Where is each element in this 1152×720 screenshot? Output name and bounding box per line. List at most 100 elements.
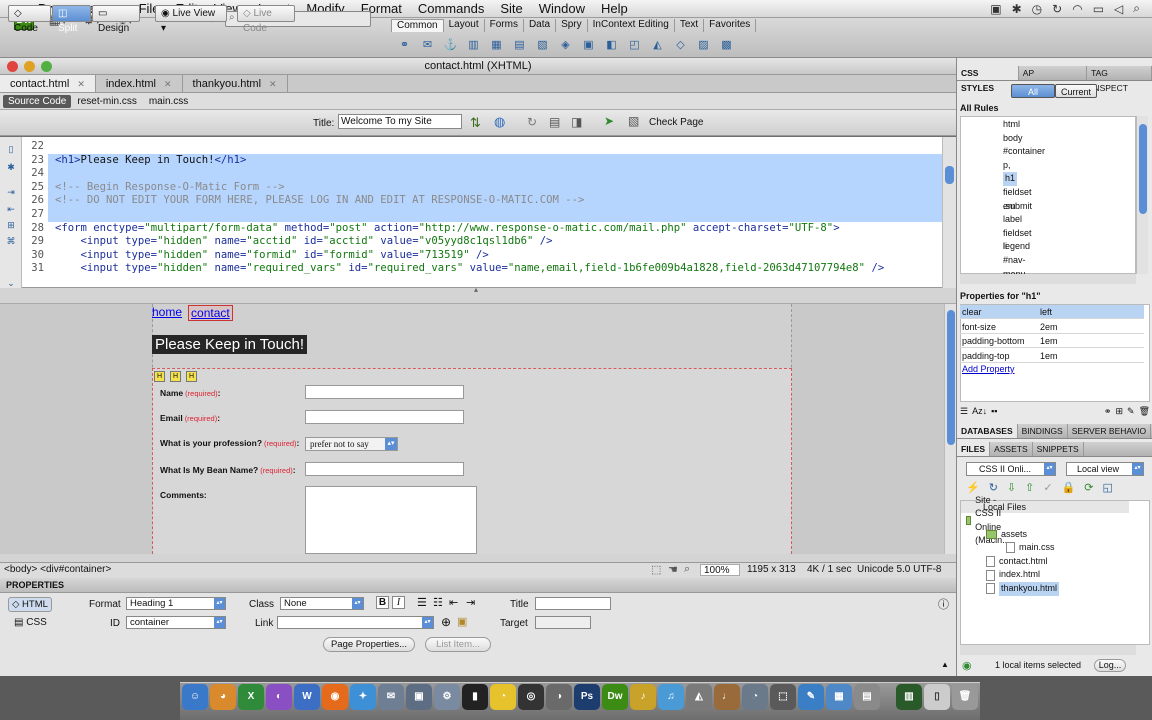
battery-icon[interactable]: ▭ <box>1093 2 1104 16</box>
css-mode-button[interactable]: ▤ CSS <box>14 617 47 628</box>
tag-chooser-icon[interactable]: ▩ <box>718 38 735 53</box>
tab-text[interactable]: Text <box>675 19 705 32</box>
mail-icon[interactable]: ✉ <box>378 684 404 710</box>
code-line[interactable]: 24 <box>24 167 942 181</box>
related-main-css[interactable]: main.css <box>143 96 194 107</box>
put-files-icon[interactable]: ⇧ <box>1025 481 1034 494</box>
photoshop-icon[interactable]: Ps <box>574 684 600 710</box>
firefox-icon[interactable]: ◉ <box>322 684 348 710</box>
css-rule-item[interactable]: fieldset em <box>1003 186 1032 211</box>
properties-header[interactable]: PROPERTIES <box>0 578 956 593</box>
tab-forms[interactable]: Forms <box>485 19 524 32</box>
related-source-code[interactable]: Source Code <box>3 94 72 108</box>
tab-spry[interactable]: Spry <box>556 19 588 32</box>
zoom-tool-icon[interactable]: ⌕ <box>684 563 690 576</box>
browse-folder-icon[interactable]: ▣ <box>457 615 467 628</box>
check-out-icon[interactable]: ✓ <box>1043 481 1052 494</box>
css-rule-item[interactable]: #container <box>1003 145 1045 159</box>
sync-icon[interactable]: ↻ <box>1052 2 1062 16</box>
trash-icon[interactable]: 🗑 <box>952 684 978 710</box>
tab-thankyou-html[interactable]: thankyou.html ✕ <box>183 75 288 92</box>
table-icon[interactable]: ▦ <box>488 38 505 53</box>
tag-selector[interactable]: <body> <div#container> <box>4 564 111 575</box>
css-rule-item[interactable]: h1 <box>1003 172 1018 186</box>
named-anchor-icon[interactable]: ⚓ <box>442 38 459 53</box>
script-icon[interactable]: ◇ <box>672 38 689 53</box>
minimize-window-icon[interactable] <box>24 61 35 72</box>
id-select[interactable]: container ▴▾ <box>126 616 226 629</box>
code-line[interactable]: 22 <box>24 140 942 154</box>
hidden-field-icon[interactable]: H <box>154 371 165 382</box>
nav-link-contact[interactable]: contact <box>188 305 233 321</box>
utility-icon[interactable]: ◑ <box>546 684 572 710</box>
view-select[interactable]: Local view ▴▾ <box>1066 462 1144 476</box>
tab-common[interactable]: Common <box>391 19 444 32</box>
time-machine-icon[interactable]: ◷ <box>1032 2 1042 16</box>
get-files-icon[interactable]: ⇩ <box>1007 481 1016 494</box>
zoom-window-icon[interactable] <box>41 61 52 72</box>
terminal-icon[interactable]: ▮ <box>462 684 488 710</box>
close-icon[interactable]: ✕ <box>77 75 85 92</box>
email-link-icon[interactable]: ✉ <box>419 38 436 53</box>
comments-textarea[interactable] <box>305 486 477 554</box>
log-button[interactable]: Log... <box>1094 659 1126 672</box>
excel-icon[interactable]: X <box>238 684 264 710</box>
set-props-view-icon[interactable]: ▪▪ <box>991 406 997 418</box>
split-view-button[interactable]: ◫ Split <box>52 5 91 34</box>
tab-layout[interactable]: Layout <box>444 19 485 32</box>
safari-icon[interactable]: ✦ <box>350 684 376 710</box>
ichat-icon[interactable]: ◔ <box>742 684 768 710</box>
refresh-icon[interactable]: ↻ <box>989 481 998 494</box>
all-mode-button[interactable]: All <box>1011 84 1055 98</box>
check-in-icon[interactable]: 🔒 <box>1062 481 1076 494</box>
name-field[interactable] <box>305 385 464 399</box>
validate-markup-icon[interactable]: ➤ <box>604 114 614 128</box>
file-item[interactable]: index.html <box>986 568 1040 582</box>
tab-ap-elements[interactable]: AP ELEMENTS <box>1019 66 1088 93</box>
tab-incontext-editing[interactable]: InContext Editing <box>588 19 675 32</box>
expand-all-icon[interactable]: ⇤ <box>5 204 17 216</box>
css-property-row[interactable]: clear left <box>960 305 1144 319</box>
tab-files[interactable]: FILES <box>957 442 991 456</box>
head-icon[interactable]: ◭ <box>649 38 666 53</box>
menu-window[interactable]: Window <box>531 1 593 16</box>
cyberduck-icon[interactable]: ◔ <box>490 684 516 710</box>
css-rule-item[interactable]: .submit <box>1003 200 1032 214</box>
hidden-field-icon[interactable]: H <box>186 371 197 382</box>
synchronize-icon[interactable]: ⟳ <box>1084 481 1093 494</box>
rules-scrollbar[interactable] <box>1136 116 1148 274</box>
open-documents-icon[interactable]: ▯ <box>5 144 17 156</box>
design-scrollbar[interactable] <box>944 304 956 554</box>
folder-item[interactable]: assets <box>986 528 1027 542</box>
view-options-icon[interactable]: ◨ <box>571 115 582 129</box>
close-window-icon[interactable] <box>7 61 18 72</box>
server-side-include-icon[interactable]: ◧ <box>603 38 620 53</box>
document-stack-icon[interactable]: ▯ <box>924 684 950 710</box>
target-select[interactable] <box>535 616 591 629</box>
preview-browser-icon[interactable]: ◍ <box>494 114 505 130</box>
indent-icon[interactable]: ⇥ <box>466 596 475 609</box>
design-view-button[interactable]: ▭ Design <box>92 5 140 34</box>
spotlight-icon[interactable]: ⌕ <box>1133 1 1140 16</box>
hidden-field-icon[interactable]: H <box>170 371 181 382</box>
live-view-button[interactable]: ◉ Live View ▾ <box>155 5 227 34</box>
select-parent-tag-icon[interactable]: ⊞ <box>5 220 17 232</box>
file-item[interactable]: thankyou.html <box>986 582 1060 596</box>
bluetooth-icon[interactable]: ✱ <box>1012 2 1022 16</box>
css-rule-item[interactable]: #nav-menu <box>1003 254 1026 279</box>
tab-assets[interactable]: ASSETS <box>990 442 1033 456</box>
dreamweaver-dock-icon[interactable]: Dw <box>602 684 628 710</box>
horizontal-scrollbar[interactable] <box>0 554 956 562</box>
menu-site[interactable]: Site <box>492 1 530 16</box>
itunes-icon[interactable]: ♫ <box>658 684 684 710</box>
title-field[interactable] <box>535 597 611 610</box>
attach-stylesheet-icon[interactable]: ⚭ <box>1104 406 1112 418</box>
garageband-icon[interactable]: ♩ <box>714 684 740 710</box>
scrollbar-thumb[interactable] <box>1139 124 1147 214</box>
entourage-icon[interactable]: ◐ <box>266 684 292 710</box>
volume-icon[interactable]: ◁ <box>1114 2 1123 16</box>
templates-icon[interactable]: ▨ <box>695 38 712 53</box>
rules-hscrollbar[interactable] <box>960 274 1136 284</box>
bean-name-field[interactable] <box>305 462 464 476</box>
screen-icon[interactable]: ▣ <box>990 2 1001 16</box>
